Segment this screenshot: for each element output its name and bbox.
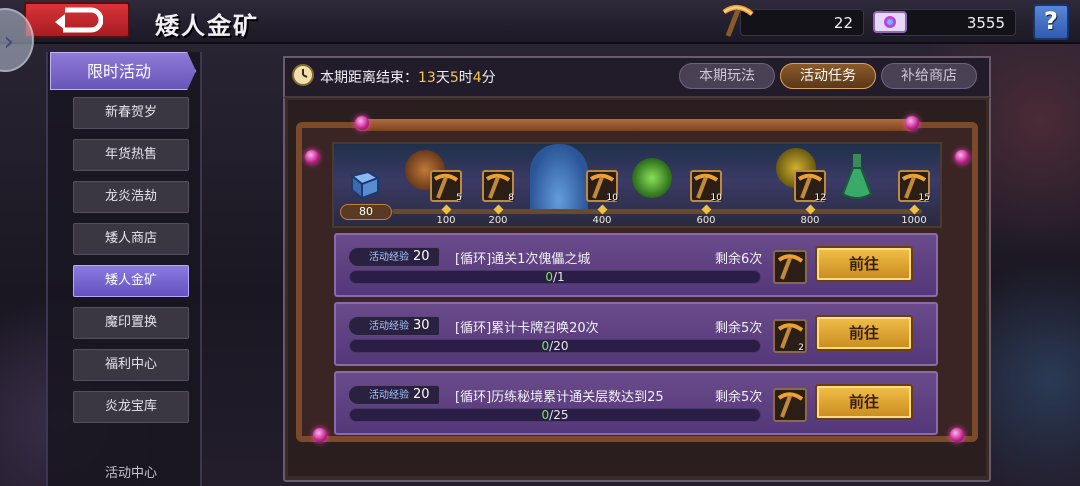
task-description: [循环]累计卡牌召唤20次 xyxy=(455,321,599,336)
back-button[interactable] xyxy=(24,2,130,38)
exp-reward-tag: 活动经验 20 xyxy=(348,385,440,405)
page-title: 矮人金矿 xyxy=(155,12,259,40)
gem-ticket-icon xyxy=(873,11,907,33)
milestone-threshold: 800 xyxy=(800,215,820,226)
exp-reward-tag: 活动经验 20 xyxy=(348,247,440,267)
milestone-reward-count: 8 xyxy=(508,193,514,203)
nav-item-dragon-vault[interactable]: 炎龙宝库 xyxy=(73,391,189,423)
tab-activity-tasks[interactable]: 活动任务 xyxy=(780,63,876,89)
nav-header[interactable]: 限时活动 xyxy=(50,52,196,90)
milestone-reward[interactable]: 15 xyxy=(898,170,930,203)
tab-gameplay[interactable]: 本期玩法 xyxy=(679,63,775,89)
nav-item-welfare-center[interactable]: 福利中心 xyxy=(73,349,189,381)
milestone-reward-count: 15 xyxy=(918,193,930,203)
nav-item-dragon-flame[interactable]: 龙炎浩劫 xyxy=(73,181,189,213)
task-progress-bar: 0/1 xyxy=(349,270,761,284)
progress-track xyxy=(392,209,922,214)
current-exp-value: 80 xyxy=(340,204,392,220)
pickaxe-icon xyxy=(777,254,804,280)
rune-decoration xyxy=(632,158,672,198)
frame-gem-decoration xyxy=(955,150,969,164)
milestone-threshold: 400 xyxy=(592,215,612,226)
task-reward-item[interactable]: 2 xyxy=(773,319,807,353)
nav-item-dwarf-gold-mine[interactable]: 矮人金矿 xyxy=(73,265,189,297)
task-reward-item[interactable] xyxy=(773,388,807,422)
go-button[interactable]: 前往 xyxy=(815,384,913,420)
task-description: [循环]通关1次傀儡之城 xyxy=(455,252,591,267)
potion-icon xyxy=(841,154,873,199)
nav-item-dwarf-shop[interactable]: 矮人商店 xyxy=(73,223,189,255)
go-button[interactable]: 前往 xyxy=(815,315,913,351)
help-button[interactable]: ? xyxy=(1033,4,1069,40)
milestone-threshold: 600 xyxy=(696,215,716,226)
clock-icon xyxy=(292,64,314,86)
exp-reward-tag: 活动经验 30 xyxy=(348,316,440,336)
nav-item-magic-seal-exchange[interactable]: 魔印置换 xyxy=(73,307,189,339)
milestone-reward-count: 10 xyxy=(710,193,722,203)
task-remaining: 剩余5次 xyxy=(715,321,763,336)
frame-gem-decoration xyxy=(355,116,369,130)
task-description: [循环]历练秘境累计通关层数达到25 xyxy=(455,390,664,405)
nav-item-activity-center[interactable]: 活动中心 xyxy=(73,456,189,486)
milestone-reward[interactable]: 10 xyxy=(690,170,722,203)
countdown-text: 本期距离结束：13天5时4分 xyxy=(320,70,496,86)
frame-gem-decoration xyxy=(305,150,319,164)
tab-supply-shop[interactable]: 补给商店 xyxy=(881,63,977,89)
milestone-threshold: 200 xyxy=(488,215,508,226)
task-progress-bar: 0/25 xyxy=(349,408,761,422)
milestone-threshold: 1000 xyxy=(901,215,927,226)
milestone-reward[interactable]: 12 xyxy=(794,170,826,203)
milestone-reward[interactable]: 8 xyxy=(482,170,514,203)
portal-decoration xyxy=(530,144,588,214)
pickaxe-icon xyxy=(777,392,804,418)
milestone-threshold: 100 xyxy=(436,215,456,226)
task-progress-bar: 0/20 xyxy=(349,339,761,353)
task-remaining: 剩余5次 xyxy=(715,390,763,405)
reward-count: 2 xyxy=(798,343,804,353)
nav-item-new-year[interactable]: 新春贺岁 xyxy=(73,97,189,129)
chevron-right-icon: › xyxy=(3,27,14,57)
milestone-reward[interactable]: 5 xyxy=(430,170,462,203)
milestone-reward-count: 10 xyxy=(606,193,618,203)
back-arrow-icon xyxy=(55,7,103,33)
frame-top-beam xyxy=(355,119,915,131)
frame-gem-decoration xyxy=(313,428,327,442)
milestone-reward[interactable]: 10 xyxy=(586,170,618,203)
nav-item-new-year-sale[interactable]: 年货热售 xyxy=(73,139,189,171)
milestone-reward-count: 5 xyxy=(456,193,462,203)
exp-book-icon xyxy=(349,170,381,200)
task-remaining: 剩余6次 xyxy=(715,252,763,267)
milestone-reward-count: 12 xyxy=(814,193,826,203)
go-button[interactable]: 前往 xyxy=(815,246,913,282)
task-reward-item[interactable] xyxy=(773,250,807,284)
pickaxe-counter: 22 xyxy=(740,9,864,36)
frame-gem-decoration xyxy=(905,116,919,130)
frame-gem-decoration xyxy=(950,428,964,442)
pickaxe-icon xyxy=(722,5,754,37)
